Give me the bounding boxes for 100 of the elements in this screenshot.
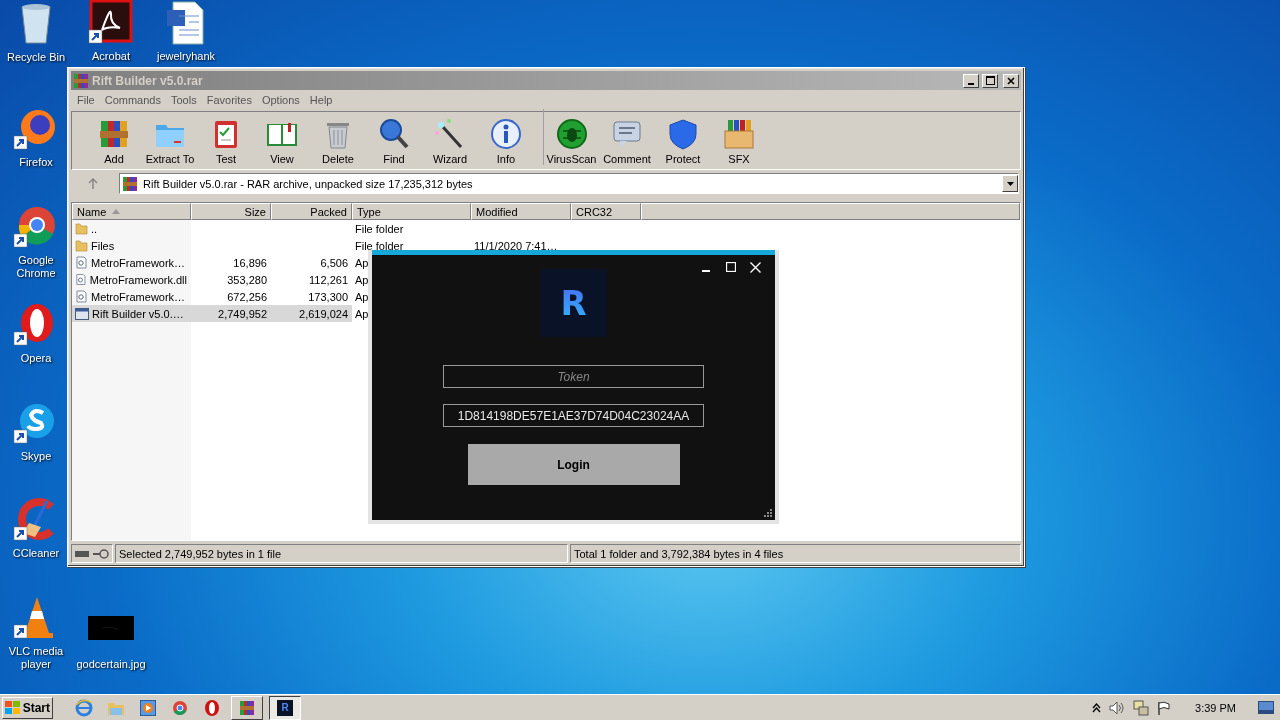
desktop-icon-label: Firefox xyxy=(19,156,53,169)
start-button[interactable]: Start xyxy=(2,696,53,719)
address-field[interactable]: Rift Builder v5.0.rar - RAR archive, unpacked size 17,235,312 bytes xyxy=(119,173,1019,194)
type-cell-text: Ap xyxy=(354,255,370,271)
shield-icon xyxy=(666,117,700,151)
desktop-icon-label: Recycle Bin xyxy=(6,51,66,64)
maximize-icon xyxy=(985,76,995,85)
app-tile-icon: R xyxy=(277,699,293,716)
folder-icon xyxy=(75,239,88,252)
column-header[interactable]: Packed xyxy=(271,203,352,220)
column-header[interactable]: Name xyxy=(72,203,191,220)
minimize-button[interactable] xyxy=(963,73,979,88)
desktop-icon-label: jewelryhank xyxy=(156,50,216,63)
flag-icon[interactable] xyxy=(1157,700,1172,715)
status-text: Total 1 folder and 3,792,384 bytes in 4 files xyxy=(574,547,784,560)
up-arrow-icon xyxy=(87,177,99,190)
type-cell-text: File folder xyxy=(354,221,405,237)
toolbar-button[interactable]: SFX xyxy=(711,109,767,165)
toolbar-button[interactable]: Protect xyxy=(655,109,711,165)
column-header[interactable]: CRC32 xyxy=(571,203,641,220)
toolbar-button[interactable]: Info xyxy=(478,109,534,165)
type-cell-text: Ap xyxy=(354,289,370,305)
modified-cell-text: 11/1/2020 7:41… xyxy=(473,238,559,254)
resize-grip-icon[interactable] xyxy=(763,508,772,517)
dropdown-button[interactable] xyxy=(1002,175,1018,192)
toolbar-button[interactable]: View xyxy=(254,109,310,165)
toolbar-button[interactable]: Wizard xyxy=(422,109,478,165)
windows-flag-icon xyxy=(5,700,21,715)
packed-cell-text: 112,261 xyxy=(308,272,349,288)
gear-file-icon xyxy=(75,256,88,269)
gear-file-icon xyxy=(75,273,87,286)
toolbar-button[interactable]: Add xyxy=(86,109,142,165)
size-cell-text: 672,256 xyxy=(226,289,268,305)
gear-file-icon xyxy=(75,290,88,303)
desktop-icon-label: Google Chrome xyxy=(15,254,57,280)
books-icon xyxy=(239,699,255,716)
name-cell[interactable]: Files xyxy=(72,237,191,254)
network-icon[interactable] xyxy=(1133,699,1150,716)
type-cell-text: Ap xyxy=(354,306,370,322)
taskbar-button[interactable]: R xyxy=(269,695,301,720)
menu-item[interactable]: Options xyxy=(257,94,306,106)
minimize-icon xyxy=(701,269,710,272)
logo: R xyxy=(540,269,607,337)
desktop-icon-label: godcertain.jpg xyxy=(76,658,146,671)
toolbar-button[interactable]: Comment xyxy=(599,109,655,165)
sort-arrow-icon xyxy=(112,209,121,214)
column-header[interactable]: Type xyxy=(352,203,471,220)
close-button[interactable] xyxy=(1003,73,1019,88)
type-cell-text: File folder xyxy=(354,238,405,254)
menu-item[interactable]: File xyxy=(73,94,101,106)
toolbar-button[interactable]: Find xyxy=(366,109,422,165)
size-cell-text: 353,280 xyxy=(226,272,268,288)
name-cell[interactable]: .. xyxy=(72,220,191,237)
token-field[interactable]: Token xyxy=(443,365,704,388)
desktop-icon-label: Acrobat xyxy=(92,50,130,63)
drive-icon xyxy=(75,550,89,557)
packed-cell-text: 173,300 xyxy=(307,289,349,305)
status-text: Selected 2,749,952 bytes in 1 file xyxy=(119,547,282,560)
toolbar-button[interactable]: Delete xyxy=(310,109,366,165)
speaker-icon[interactable] xyxy=(1109,700,1126,715)
document-app-icon[interactable] xyxy=(88,0,134,46)
key-icon xyxy=(93,548,109,559)
desktop-icon-label: Skype xyxy=(20,450,52,463)
clock[interactable]: 3:39 PM xyxy=(1195,701,1236,714)
menu-item[interactable]: Tools xyxy=(167,94,203,106)
column-header[interactable]: Size xyxy=(191,203,271,220)
desktop-icon-label: VLC media player xyxy=(7,645,65,671)
menu-item[interactable]: Favorites xyxy=(202,94,258,106)
show-desktop-icon[interactable] xyxy=(1258,701,1274,714)
taskbar-button[interactable] xyxy=(231,695,263,720)
maximize-icon xyxy=(725,262,736,272)
chevron-up-icon[interactable] xyxy=(1092,702,1102,713)
name-cell[interactable]: MetroFramework.dll xyxy=(72,271,191,288)
books-app-icon xyxy=(73,72,89,89)
name-cell[interactable]: Rift Builder v5.0.… xyxy=(72,305,191,322)
desktop-icon-label: Opera xyxy=(20,352,52,365)
box-icon xyxy=(722,117,756,151)
name-cell[interactable]: MetroFramework… xyxy=(72,254,191,271)
toolbar-button[interactable]: VirusScan xyxy=(543,109,599,165)
window-title: Rift Builder v5.0.rar xyxy=(92,73,204,88)
menu-item[interactable]: Help xyxy=(305,94,339,106)
column-header[interactable]: Modified xyxy=(471,203,571,220)
books-icon xyxy=(122,175,138,192)
key-field[interactable]: 1D814198DE57E1AE37D74D04C23024AA xyxy=(443,404,704,427)
bug-icon xyxy=(554,117,589,151)
menu-item[interactable]: Commands xyxy=(100,94,167,106)
minimize-icon xyxy=(968,82,974,85)
toolbar-button[interactable]: Extract To xyxy=(142,109,198,165)
close-icon xyxy=(750,261,761,273)
desktop-icon-label: CCleaner xyxy=(12,547,60,560)
packed-cell: 2,619,024 xyxy=(271,305,352,322)
login-button[interactable]: Login xyxy=(467,444,680,485)
window-file-icon xyxy=(75,307,89,320)
name-cell[interactable]: MetroFramework… xyxy=(72,288,191,305)
maximize-button[interactable] xyxy=(982,73,998,88)
packed-cell-text: 6,506 xyxy=(319,255,349,271)
type-cell-text: Ap xyxy=(354,272,370,288)
toolbar-button[interactable]: Test xyxy=(198,109,254,165)
info-icon xyxy=(489,117,523,151)
size-cell: 2,749,952 xyxy=(191,305,271,322)
